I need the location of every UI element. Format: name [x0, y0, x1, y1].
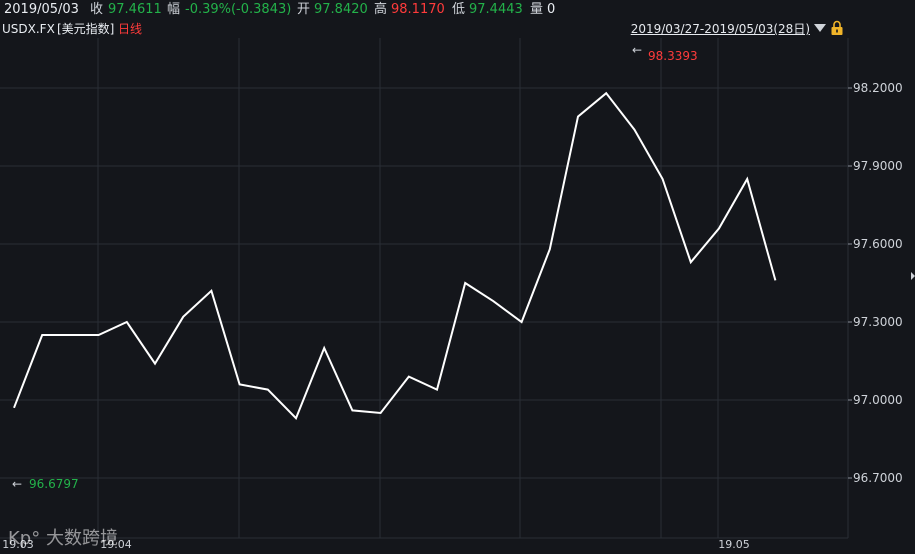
y-tick-label: 98.2000 — [853, 81, 903, 95]
edge-marker-icon — [911, 272, 915, 280]
chart-window: 2019/05/03 收 97.4611 幅 -0.39%(-0.3843) 开… — [0, 0, 915, 554]
data-point[interactable] — [688, 260, 693, 265]
data-point[interactable] — [717, 226, 722, 231]
min-value-label: 96.6797 — [29, 477, 79, 491]
data-point[interactable] — [181, 314, 186, 319]
data-point[interactable] — [745, 177, 750, 182]
y-tick-label: 97.6000 — [853, 237, 903, 251]
data-point[interactable] — [237, 382, 242, 387]
data-point[interactable] — [68, 333, 73, 338]
y-tick-label: 97.9000 — [853, 159, 903, 173]
max-value-label: 98.3393 — [648, 49, 698, 63]
data-point[interactable] — [96, 333, 101, 338]
data-point[interactable] — [773, 278, 778, 283]
data-point[interactable] — [632, 127, 637, 132]
data-point[interactable] — [209, 288, 214, 293]
data-point[interactable] — [660, 177, 665, 182]
line-chart[interactable]: 98.2000 97.9000 97.6000 97.3000 97.0000 96.70… — [0, 0, 915, 554]
data-point[interactable] — [519, 320, 524, 325]
data-point[interactable] — [294, 416, 299, 421]
data-point[interactable] — [463, 281, 468, 286]
data-point[interactable] — [378, 411, 383, 416]
x-tick-label: 19.05 — [718, 538, 750, 551]
data-point[interactable] — [265, 387, 270, 392]
watermark-text: 大数跨境 — [45, 528, 118, 549]
data-point[interactable] — [12, 405, 17, 410]
data-point[interactable] — [491, 299, 496, 304]
data-point[interactable] — [547, 247, 552, 252]
data-point[interactable] — [576, 114, 581, 119]
min-arrow-icon: ← — [12, 477, 22, 491]
y-tick-label: 97.0000 — [853, 393, 903, 407]
data-point[interactable] — [435, 387, 440, 392]
data-point[interactable] — [406, 374, 411, 379]
y-tick-label: 96.7000 — [853, 471, 903, 485]
watermark-logo-icon: Kp° — [8, 528, 41, 549]
data-point[interactable] — [153, 361, 158, 366]
max-arrow-icon: ← — [632, 43, 642, 57]
watermark: Kp° 大数跨境 — [8, 524, 118, 550]
data-point[interactable] — [350, 408, 355, 413]
data-point[interactable] — [124, 320, 129, 325]
y-tick-label: 97.3000 — [853, 315, 903, 329]
data-point[interactable] — [40, 333, 45, 338]
data-point[interactable] — [604, 91, 609, 96]
data-point[interactable] — [322, 346, 327, 351]
